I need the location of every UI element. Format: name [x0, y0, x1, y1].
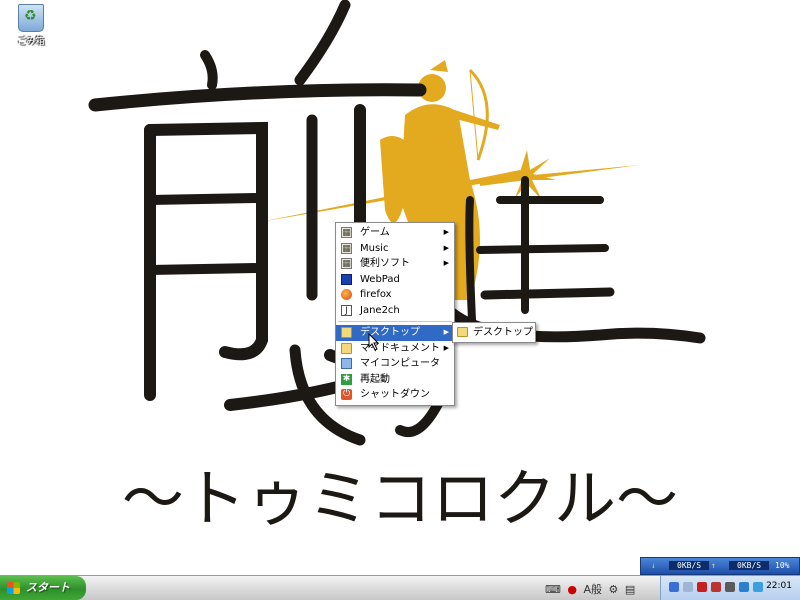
- submenu-arrow-icon: ▶: [443, 228, 449, 236]
- desktop-submenu: デスクトップ: [452, 322, 536, 343]
- recycle-bin-icon: [18, 4, 44, 32]
- keyboard-icon[interactable]: ⌨: [545, 583, 561, 596]
- firefox-icon: [341, 289, 352, 300]
- recycle-bin-label: ごみ箱: [17, 37, 45, 47]
- computer-icon: [341, 358, 352, 369]
- taskbar: スタート ⌨ ● A般 ⚙ ▤ 22:01: [0, 575, 800, 600]
- menu-item-jane2ch[interactable]: J Jane2ch: [336, 303, 454, 319]
- menu-separator: [338, 321, 452, 322]
- download-rate: 0KB/S: [669, 561, 710, 570]
- ime-mode-indicator[interactable]: A般: [584, 583, 603, 596]
- menu-item-utilities[interactable]: ▦ 便利ソフト ▶: [336, 256, 454, 272]
- upload-arrow-icon: ↑: [711, 561, 716, 570]
- restart-icon: ✱: [341, 373, 352, 385]
- bow-string: [469, 69, 479, 161]
- shutdown-icon: ⏻: [341, 389, 352, 400]
- windows-flag-icon: [7, 582, 20, 594]
- menu-item-desktop[interactable]: デスクトップ ▶: [336, 325, 454, 341]
- tray-network-icon[interactable]: [725, 582, 735, 592]
- menu-item-restart[interactable]: ✱ 再起動: [336, 372, 454, 388]
- menu-item-label: マイコンピュータ: [360, 358, 440, 369]
- tray-ati-icon[interactable]: [697, 582, 707, 592]
- folder-icon: [341, 327, 352, 338]
- submenu-arrow-icon: ▶: [443, 243, 449, 252]
- app-group-icon: ▦: [341, 242, 352, 254]
- recycle-bin[interactable]: ごみ箱: [8, 4, 54, 47]
- ime-pad-icon[interactable]: ▤: [625, 583, 635, 596]
- menu-item-label: Jane2ch: [360, 304, 400, 316]
- app-group-icon: ▦: [341, 258, 352, 269]
- folder-icon: [457, 327, 468, 337]
- folder-icon: [341, 342, 352, 354]
- menu-item-music[interactable]: ▦ Music ▶: [336, 241, 454, 257]
- mouse-pointer-icon: [368, 333, 380, 351]
- tray-app-icon[interactable]: [669, 582, 679, 592]
- submenu-arrow-icon: ▶: [443, 328, 449, 336]
- network-meter: ↓ 0KB/S ↑ 0KB/S 10%: [640, 557, 800, 575]
- menu-item-label: 再起動: [360, 373, 390, 385]
- upload-rate: 0KB/S: [729, 561, 770, 570]
- submenu-item-desktop[interactable]: デスクトップ: [453, 325, 535, 340]
- desktop-launcher-menu: ▦ ゲーム ▶ ▦ Music ▶ ▦ 便利ソフト ▶ WebPad firef…: [335, 222, 455, 406]
- clock[interactable]: 22:01: [766, 581, 792, 591]
- cpu-percent: 10%: [775, 561, 790, 570]
- language-bar: ⌨ ● A般 ⚙ ▤: [545, 581, 638, 597]
- start-label: スタート: [26, 581, 70, 594]
- bow: [468, 68, 489, 161]
- submenu-item-label: デスクトップ: [473, 327, 533, 338]
- ime-tools-icon[interactable]: ⚙: [609, 583, 619, 596]
- jane2ch-icon: J: [341, 304, 352, 316]
- system-tray: 22:01: [660, 576, 800, 600]
- menu-item-label: firefox: [360, 289, 392, 300]
- app-group-icon: ▦: [341, 227, 352, 238]
- tray-security-icon[interactable]: [711, 582, 721, 592]
- download-arrow-icon: ↓: [651, 561, 656, 570]
- menu-item-firefox[interactable]: firefox: [336, 287, 454, 303]
- start-button[interactable]: スタート: [0, 576, 86, 600]
- wallpaper-subtitle: 〜トゥミコロクル〜: [122, 462, 678, 535]
- menu-item-webpad[interactable]: WebPad: [336, 272, 454, 288]
- ime-icon[interactable]: ●: [567, 583, 577, 596]
- menu-item-label: シャットダウン: [360, 389, 430, 400]
- menu-item-label: Music: [360, 242, 389, 254]
- menu-item-label: 便利ソフト: [360, 258, 410, 269]
- tray-monitor-icon[interactable]: [683, 582, 693, 592]
- tray-update-icon[interactable]: [753, 582, 763, 592]
- submenu-arrow-icon: ▶: [443, 343, 449, 352]
- menu-item-games[interactable]: ▦ ゲーム ▶: [336, 225, 454, 241]
- menu-item-my-computer[interactable]: マイコンピュータ: [336, 356, 454, 372]
- menu-item-shutdown[interactable]: ⏻ シャットダウン: [336, 387, 454, 403]
- menu-item-my-documents[interactable]: マイドキュメント ▶: [336, 341, 454, 357]
- tray-antivirus-icon[interactable]: [739, 582, 749, 592]
- menu-item-label: ゲーム: [360, 227, 390, 238]
- webpad-icon: [341, 273, 352, 285]
- submenu-arrow-icon: ▶: [443, 259, 449, 267]
- menu-item-label: WebPad: [360, 273, 400, 285]
